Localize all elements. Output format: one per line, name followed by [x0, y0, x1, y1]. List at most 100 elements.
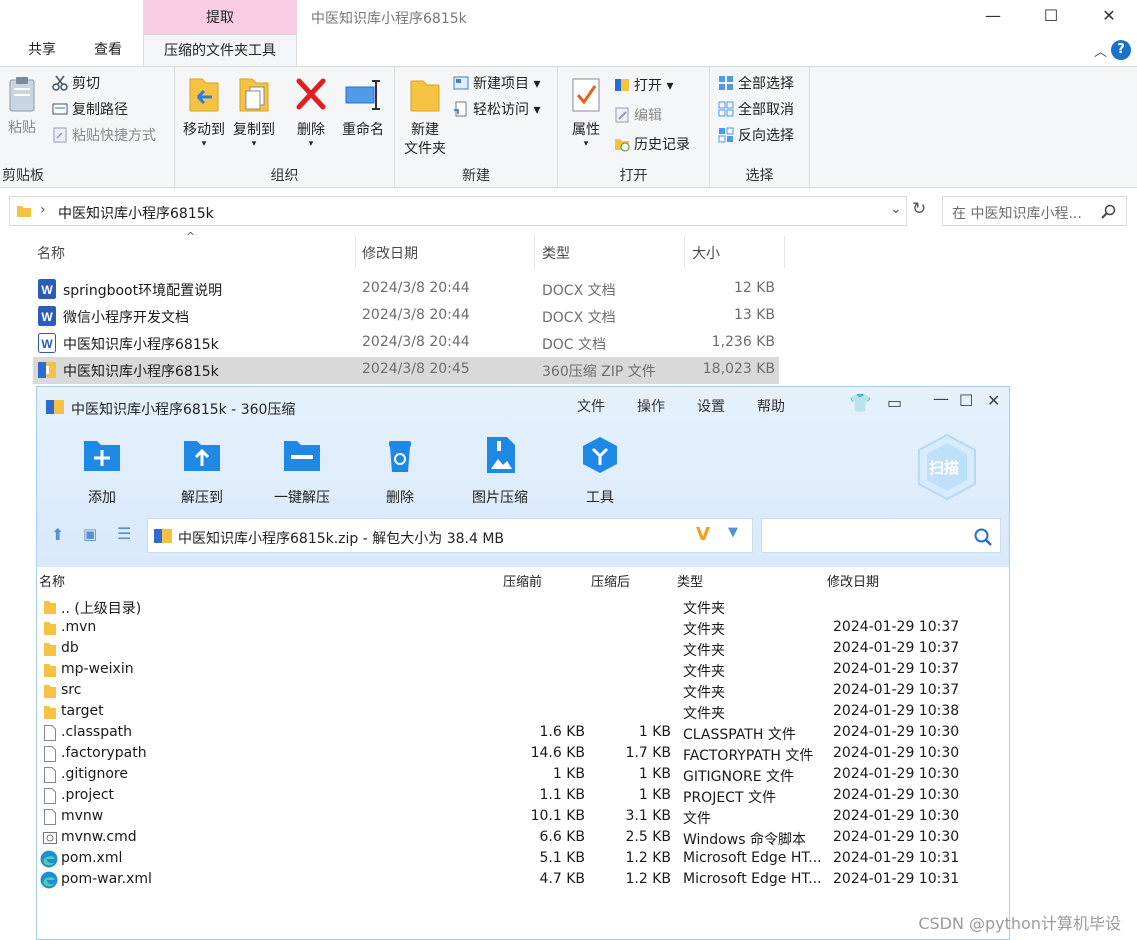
select-none-button[interactable]: 全部取消 — [718, 99, 794, 121]
file-row[interactable]: W 中医知识库小程序6815k 2024/3/8 20:44 DOC 文档 1,… — [33, 330, 779, 357]
up-arrow-icon[interactable]: ⬆ — [51, 525, 64, 544]
zip-list-item[interactable]: .project 1.1 KB 1 KB PROJECT 文件 2024-01-29 1… — [37, 786, 1009, 807]
select-all-button[interactable]: 全部选择 — [718, 73, 794, 95]
delete-button[interactable]: 删除 ▾ — [289, 75, 333, 149]
one-click-extract-button[interactable]: 一键解压 — [257, 435, 347, 507]
skin-shirt-icon[interactable]: 👕 — [849, 393, 871, 414]
select-none-label: 全部取消 — [738, 102, 794, 118]
zip-list-item[interactable]: mp-weixin 文件夹 2024-01-29 10:37 — [37, 660, 1009, 681]
zip-delete-button[interactable]: 删除 — [355, 435, 445, 507]
file-row-selected[interactable]: 中医知识库小程序6815k 2024/3/8 20:45 360压缩 ZIP 文… — [33, 357, 779, 384]
v-logo-icon[interactable]: V — [696, 524, 710, 545]
zip-search-input[interactable] — [761, 518, 1001, 553]
maximize-button[interactable]: ☐ — [1036, 4, 1066, 28]
zip-list-item[interactable]: pom-war.xml 4.7 KB 1.2 KB Microsoft Edge HT… — [37, 870, 1009, 891]
thumbnail-view-icon[interactable]: ▣ — [83, 525, 97, 543]
edit-button[interactable]: 编辑 — [614, 105, 662, 127]
zip-column-after[interactable]: 压缩后 — [591, 571, 630, 590]
zip-minimize-button[interactable]: — — [933, 389, 949, 408]
zip-column-type[interactable]: 类型 — [677, 571, 703, 590]
column-divider[interactable] — [534, 236, 535, 268]
copy-to-button[interactable]: 复制到 ▾ — [229, 75, 279, 149]
zip-item-name: src — [61, 682, 82, 698]
tab-compressed-folder-tools[interactable]: 压缩的文件夹工具 — [143, 34, 297, 67]
properties-button[interactable]: 属性 ▾ — [566, 75, 606, 149]
tab-share[interactable]: 共享 — [14, 34, 70, 66]
open-button[interactable]: 打开 ▾ — [614, 75, 673, 97]
search-icon[interactable] — [974, 528, 992, 546]
file-type: DOCX 文档 — [542, 283, 616, 299]
select-group-label: 选择 — [745, 168, 774, 184]
column-date[interactable]: 修改日期 — [362, 243, 418, 263]
cut-button[interactable]: 剪切 — [52, 73, 100, 95]
column-size[interactable]: 大小 — [692, 243, 720, 263]
column-name[interactable]: 名称 — [37, 243, 65, 263]
zip-column-before[interactable]: 压缩前 — [503, 571, 542, 590]
word-document-icon: W — [38, 306, 56, 326]
zip-list-item[interactable]: pom.xml 5.1 KB 1.2 KB Microsoft Edge HT... 2… — [37, 849, 1009, 870]
file-type: DOCX 文档 — [542, 310, 616, 326]
file-row[interactable]: W 微信小程序开发文档 2024/3/8 20:44 DOCX 文档 13 KB — [33, 303, 779, 330]
search-input[interactable]: 在 中医知识库小程... — [942, 196, 1127, 226]
list-view-icon[interactable]: ☰ — [117, 524, 131, 543]
zip-item-size-before: 1 KB — [552, 766, 585, 782]
zip-list-item[interactable]: src 文件夹 2024-01-29 10:37 — [37, 681, 1009, 702]
zip-list-item[interactable]: .mvn 文件夹 2024-01-29 10:37 — [37, 618, 1009, 639]
zip-item-size-before: 1.6 KB — [539, 724, 586, 740]
zip-item-type: GITIGNORE 文件 — [683, 769, 795, 785]
column-divider[interactable] — [784, 236, 785, 268]
zip-list-item[interactable]: mvnw.cmd 6.6 KB 2.5 KB Windows 命令脚本 2024-01-… — [37, 828, 1009, 849]
menu-settings[interactable]: 设置 — [697, 396, 725, 416]
zip-list-item[interactable]: mvnw 10.1 KB 3.1 KB 文件 2024-01-29 10:30 — [37, 807, 1009, 828]
zip-maximize-button[interactable]: ☐ — [959, 391, 973, 410]
chevron-down-icon[interactable]: ▼ — [728, 525, 738, 540]
zip-list-item[interactable]: target 文件夹 2024-01-29 10:38 — [37, 702, 1009, 723]
copy-path-button[interactable]: 复制路径 — [52, 99, 128, 121]
refresh-icon[interactable]: ↻ — [912, 199, 926, 219]
chevron-down-icon[interactable]: ⌄ — [890, 201, 902, 217]
column-divider[interactable] — [355, 236, 356, 268]
menu-file[interactable]: 文件 — [577, 396, 605, 416]
chevron-right-icon[interactable]: › — [40, 202, 46, 218]
paste-button[interactable]: 粘贴 — [4, 75, 40, 138]
column-type[interactable]: 类型 — [542, 243, 570, 263]
zip-close-button[interactable]: ✕ — [987, 391, 1000, 410]
zip-list-item[interactable]: .classpath 1.6 KB 1 KB CLASSPATH 文件 2024-01-… — [37, 723, 1009, 744]
invert-selection-button[interactable]: 反向选择 — [718, 125, 794, 147]
shortcut-icon — [52, 127, 68, 143]
zip-column-name[interactable]: 名称 — [39, 571, 65, 590]
new-folder-button[interactable]: 新建 文件夹 — [399, 75, 451, 159]
help-icon[interactable]: ? — [1111, 40, 1131, 60]
extract-to-button[interactable]: 解压到 — [157, 435, 247, 507]
column-divider[interactable] — [684, 236, 685, 268]
address-bar[interactable]: › 中医知识库小程序6815k ⌄ — [9, 196, 907, 226]
zip-column-date[interactable]: 修改日期 — [827, 571, 879, 590]
message-icon[interactable]: ▭ — [887, 393, 902, 412]
easy-access-button[interactable]: 轻松访问 ▾ — [453, 99, 540, 121]
new-item-button[interactable]: 新建项目 ▾ — [453, 73, 540, 95]
zip-address-bar[interactable]: 中医知识库小程序6815k.zip - 解包大小为 38.4 MB V ▼ — [147, 518, 753, 553]
history-button[interactable]: 历史记录 — [614, 134, 690, 156]
zip-list-item[interactable]: .. (上级目录) 文件夹 — [37, 597, 1009, 618]
zip-list-item[interactable]: .gitignore 1 KB 1 KB GITIGNORE 文件 2024-01-29… — [37, 765, 1009, 786]
zip-list-item[interactable]: db 文件夹 2024-01-29 10:37 — [37, 639, 1009, 660]
tab-extract[interactable]: 提取 — [143, 0, 297, 34]
close-button[interactable]: ✕ — [1094, 4, 1124, 28]
minimize-button[interactable]: — — [978, 4, 1008, 28]
file-date: 2024/3/8 20:44 — [362, 334, 470, 350]
folder-icon — [44, 643, 56, 656]
menu-operation[interactable]: 操作 — [637, 396, 665, 416]
tab-view[interactable]: 查看 — [80, 34, 136, 66]
zip-list-item[interactable]: .factorypath 14.6 KB 1.7 KB FACTORYPATH 文件 2… — [37, 744, 1009, 765]
scan-button[interactable]: 扫描 — [917, 433, 977, 501]
add-button[interactable]: 添加 — [57, 435, 147, 507]
image-compress-button[interactable]: 图片压缩 — [455, 435, 545, 507]
paste-shortcut-button[interactable]: 粘贴快捷方式 — [52, 125, 156, 147]
rename-button[interactable]: 重命名 — [335, 75, 391, 140]
menu-help[interactable]: 帮助 — [757, 396, 785, 416]
tools-button[interactable]: 工具 — [555, 435, 645, 507]
file-row[interactable]: W springboot环境配置说明 2024/3/8 20:44 DOCX 文… — [33, 276, 779, 303]
move-to-button[interactable]: 移动到 ▾ — [179, 75, 229, 149]
image-compress-label: 图片压缩 — [472, 490, 528, 506]
chevron-up-icon[interactable]: ︿ — [1094, 41, 1107, 60]
